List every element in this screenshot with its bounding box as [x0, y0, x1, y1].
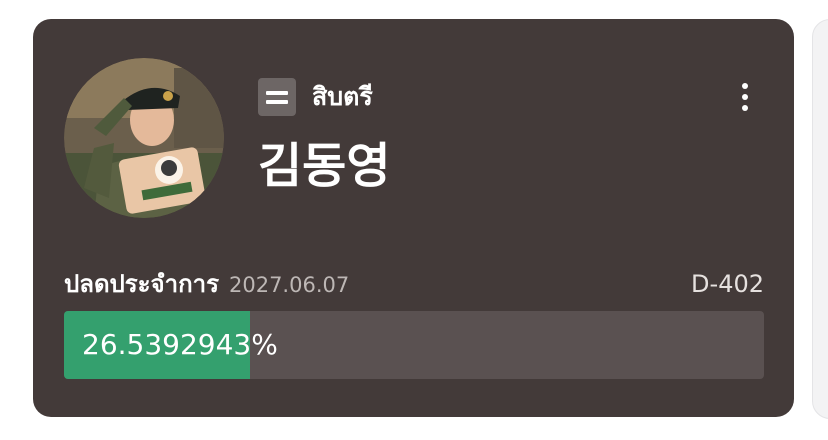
vertical-dots-icon: [742, 83, 748, 89]
service-progress-bar: 26.5392943%: [64, 311, 764, 379]
progress-percent: 26.5392943%: [82, 328, 278, 361]
more-options-button[interactable]: [731, 77, 759, 117]
d-day-counter: D-402: [691, 270, 764, 298]
discharge-date: 2027.06.07: [228, 273, 350, 297]
discharge-label: ปลดประจำการ: [64, 270, 219, 298]
rank-label: สิบตรี: [312, 82, 373, 111]
service-card: สิบตรี 김동영 ปลดประจำการ 2027.06.07 D-402 …: [33, 19, 794, 417]
avatar: [64, 58, 224, 218]
soldier-name: 김동영: [258, 138, 391, 194]
discharge-row: ปลดประจำการ 2027.06.07 D-402: [64, 264, 764, 298]
next-card-edge: [812, 19, 828, 419]
avatar-photo: [64, 58, 224, 218]
rank-row: สิบตรี: [258, 78, 373, 116]
sergeant-rank-icon: [258, 78, 296, 116]
